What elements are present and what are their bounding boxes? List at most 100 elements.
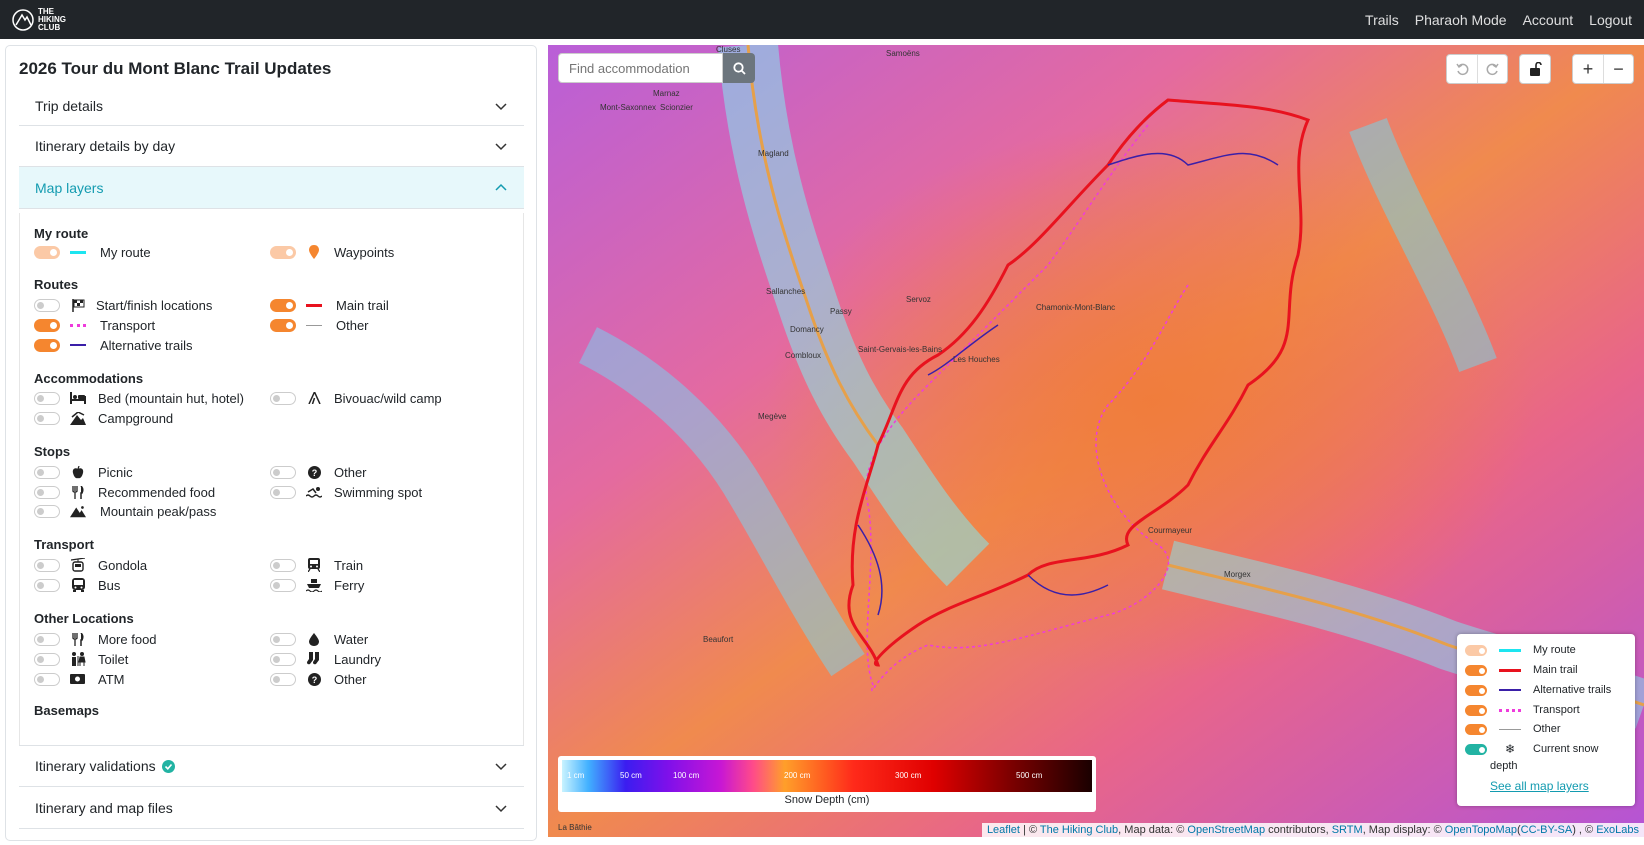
search-button[interactable] [723, 53, 755, 83]
exolabs-link[interactable]: ExoLabs [1596, 824, 1639, 836]
toggle-switch[interactable] [270, 465, 296, 479]
accordion-trip-details[interactable]: Trip details [19, 86, 524, 126]
brand-logo[interactable]: THE HIKING CLUB [12, 7, 68, 32]
layer-recommended-food[interactable]: Recommended food [34, 483, 215, 501]
accordion-itinerary-validations[interactable]: Itinerary validations [19, 745, 524, 787]
layer-other-route[interactable]: Other [270, 316, 369, 334]
see-all-map-layers-link[interactable]: See all map layers [1490, 779, 1589, 793]
layer-my-route[interactable]: My route [34, 243, 151, 261]
layer-label: Gondola [98, 557, 148, 573]
opentopomap-link[interactable]: OpenTopoMap [1445, 824, 1517, 836]
layer-transport[interactable]: Transport [34, 316, 155, 334]
license-link[interactable]: CC-BY-SA [1521, 824, 1573, 836]
toggle-switch[interactable] [270, 485, 296, 499]
layer-label: Main trail [336, 297, 389, 313]
toggle-switch[interactable] [270, 298, 296, 312]
toggle-switch[interactable] [270, 245, 296, 259]
section-other-locations: Other Locations [34, 611, 134, 626]
layer-bed[interactable]: Bed (mountain hut, hotel) [34, 389, 244, 407]
toggle-switch[interactable] [270, 578, 296, 592]
toggle-switch[interactable] [34, 318, 60, 332]
checkered-flag-icon [70, 297, 86, 313]
layer-atm[interactable]: ATM [34, 670, 124, 688]
toggle-switch[interactable] [34, 578, 60, 592]
toggle-switch[interactable] [270, 318, 296, 332]
toggle-switch[interactable] [270, 672, 296, 686]
toggle-switch[interactable] [1465, 644, 1487, 656]
toggle-switch[interactable] [34, 632, 60, 646]
layer-start-finish[interactable]: Start/finish locations [34, 296, 212, 314]
layer-bivouac[interactable]: Bivouac/wild camp [270, 389, 442, 407]
toggle-switch[interactable] [34, 391, 60, 405]
layer-campground[interactable]: Campground [34, 409, 173, 427]
accordion-map-layers[interactable]: Map layers [19, 167, 524, 209]
toggle-switch[interactable] [1465, 684, 1487, 696]
toggle-switch[interactable] [34, 558, 60, 572]
layer-laundry[interactable]: Laundry [270, 650, 381, 668]
layer-mountain-peak[interactable]: Mountain peak/pass [34, 502, 216, 520]
layer-gondola[interactable]: Gondola [34, 556, 147, 574]
toggle-switch[interactable] [34, 652, 60, 666]
zoom-in-button[interactable]: + [1573, 55, 1603, 83]
toggle-switch[interactable] [270, 632, 296, 646]
toggle-switch[interactable] [1465, 704, 1487, 716]
toggle-switch[interactable] [34, 411, 60, 425]
layer-more-food[interactable]: More food [34, 630, 157, 648]
lock-button[interactable] [1520, 55, 1550, 83]
osm-link[interactable]: OpenStreetMap [1187, 824, 1265, 836]
search-input[interactable] [558, 53, 723, 83]
leaflet-link[interactable]: Leaflet [987, 824, 1020, 836]
layer-swimming[interactable]: Swimming spot [270, 483, 422, 501]
map-view[interactable]: Cluses Samoëns Sallanches Passy Servoz D… [548, 45, 1644, 837]
toggle-switch[interactable] [34, 298, 60, 312]
layer-label: Train [334, 557, 364, 573]
layer-bus[interactable]: Bus [34, 576, 120, 594]
toggle-switch[interactable] [1465, 743, 1487, 755]
question-circle-icon: ? [306, 671, 322, 687]
accordion-itinerary-map-files[interactable]: Itinerary and map files [19, 787, 524, 829]
legend-my-route[interactable]: My route [1465, 643, 1576, 657]
nav-link-logout[interactable]: Logout [1589, 12, 1632, 28]
page-title: 2026 Tour du Mont Blanc Trail Updates [19, 59, 332, 78]
accommodation-search [558, 53, 755, 83]
undo-button[interactable] [1447, 55, 1477, 83]
layer-toilet[interactable]: Toilet [34, 650, 128, 668]
toggle-switch[interactable] [34, 465, 60, 479]
zoom-out-button[interactable]: − [1603, 55, 1633, 83]
toggle-switch[interactable] [270, 391, 296, 405]
nav-link-trails[interactable]: Trails [1365, 12, 1399, 28]
legend-main-trail[interactable]: Main trail [1465, 663, 1578, 677]
toggle-switch[interactable] [34, 338, 60, 352]
layer-alternative-trails[interactable]: Alternative trails [34, 336, 192, 354]
nav-link-account[interactable]: Account [1523, 12, 1574, 28]
layer-picnic[interactable]: Picnic [34, 463, 133, 481]
place-label: Megève [758, 412, 787, 421]
legend-snow-depth[interactable]: ❄ Current snow [1465, 742, 1598, 756]
restroom-icon [70, 651, 86, 667]
accordion-itinerary-by-day[interactable]: Itinerary details by day [19, 126, 524, 167]
toggle-switch[interactable] [1465, 664, 1487, 676]
srtm-link[interactable]: SRTM [1332, 824, 1363, 836]
nav-link-pharaoh-mode[interactable]: Pharaoh Mode [1415, 12, 1507, 28]
accordion-label: Itinerary and map files [35, 799, 173, 816]
layer-ferry[interactable]: Ferry [270, 576, 364, 594]
toggle-switch[interactable] [1465, 723, 1487, 735]
toggle-switch[interactable] [34, 485, 60, 499]
layer-main-trail[interactable]: Main trail [270, 296, 389, 314]
layer-stop-other[interactable]: ? Other [270, 463, 367, 481]
hiking-club-link[interactable]: The Hiking Club [1040, 824, 1118, 836]
layer-waypoints[interactable]: Waypoints [270, 243, 394, 261]
legend-other[interactable]: Other [1465, 722, 1561, 736]
layer-location-other[interactable]: ? Other [270, 670, 367, 688]
layer-water[interactable]: Water [270, 630, 368, 648]
toggle-switch[interactable] [270, 558, 296, 572]
toggle-switch[interactable] [34, 504, 60, 518]
toggle-switch[interactable] [34, 672, 60, 686]
toggle-switch[interactable] [270, 652, 296, 666]
legend-transport[interactable]: Transport [1465, 703, 1580, 717]
layer-train[interactable]: Train [270, 556, 363, 574]
accordion-label: Itinerary details by day [35, 138, 176, 154]
redo-button[interactable] [1477, 55, 1507, 83]
toggle-switch[interactable] [34, 245, 60, 259]
legend-alternative-trails[interactable]: Alternative trails [1465, 683, 1611, 697]
